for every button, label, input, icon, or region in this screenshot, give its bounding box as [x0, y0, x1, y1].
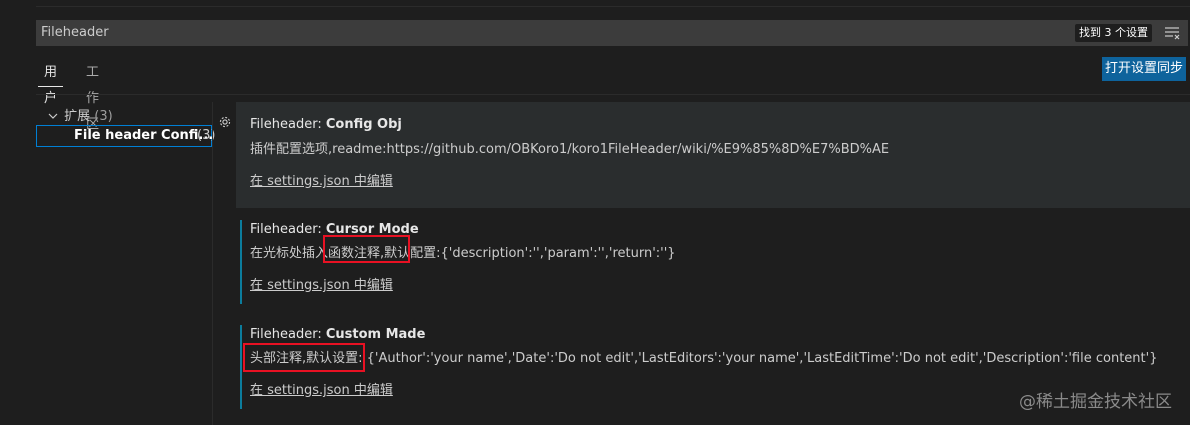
annotation-highlight-box	[243, 343, 365, 372]
settings-sync-button[interactable]: 打开设置同步	[1102, 57, 1186, 81]
setting-category: Fileheader:	[250, 327, 326, 342]
tab-user[interactable]: 用户	[38, 60, 64, 106]
tab-workspace[interactable]: 工作区	[80, 60, 105, 132]
edit-in-settings-json-link[interactable]: 在 settings.json 中编辑	[250, 379, 393, 398]
edit-in-settings-json-link[interactable]: 在 settings.json 中编辑	[250, 170, 393, 189]
toc-group-label: 扩展	[64, 109, 91, 124]
setting-key: Config Obj	[325, 117, 402, 132]
modified-indicator	[240, 220, 242, 304]
setting-title: Fileheader: Custom Made	[250, 327, 425, 342]
toc-item-label: File header Confi...	[74, 128, 214, 143]
setting-key: Custom Made	[325, 327, 426, 342]
settings-search-input[interactable]: Fileheader 找到 3 个设置	[36, 20, 1188, 46]
chevron-down-icon[interactable]	[48, 109, 60, 124]
setting-description: 插件配置选项,readme:https://github.com/OBKoro1…	[250, 142, 890, 157]
toc-item-file-header-config[interactable]: File header Confi... (3)	[36, 125, 215, 147]
setting-category: Fileheader:	[250, 222, 326, 237]
setting-description: 在光标处插入函数注释,默认配置:{'description':'','param…	[250, 246, 676, 261]
search-query-text[interactable]: Fileheader	[41, 25, 109, 40]
toc-group-count: (3)	[94, 109, 113, 124]
setting-title: Fileheader: Config Obj	[250, 117, 402, 132]
toc-group-extensions[interactable]: 扩展 (3)	[48, 105, 113, 124]
annotation-highlight-box	[323, 235, 410, 263]
edit-in-settings-json-link[interactable]: 在 settings.json 中编辑	[250, 274, 393, 293]
setting-category: Fileheader:	[250, 117, 326, 132]
search-result-count: 找到 3 个设置	[1075, 24, 1152, 42]
filter-icon[interactable]	[1164, 26, 1180, 40]
editor-top-strip	[0, 0, 1190, 8]
watermark: @稀土掘金技术社区	[1019, 392, 1172, 412]
tabs-divider	[36, 94, 1190, 95]
setting-config-obj[interactable]: Fileheader: Config Obj 插件配置选项,readme:htt…	[236, 102, 1190, 208]
gear-icon[interactable]	[218, 115, 232, 129]
setting-description: 头部注释,默认设置: {'Author':'your name','Date':…	[250, 351, 1158, 366]
modified-indicator	[240, 325, 242, 409]
toc-divider	[212, 102, 213, 425]
